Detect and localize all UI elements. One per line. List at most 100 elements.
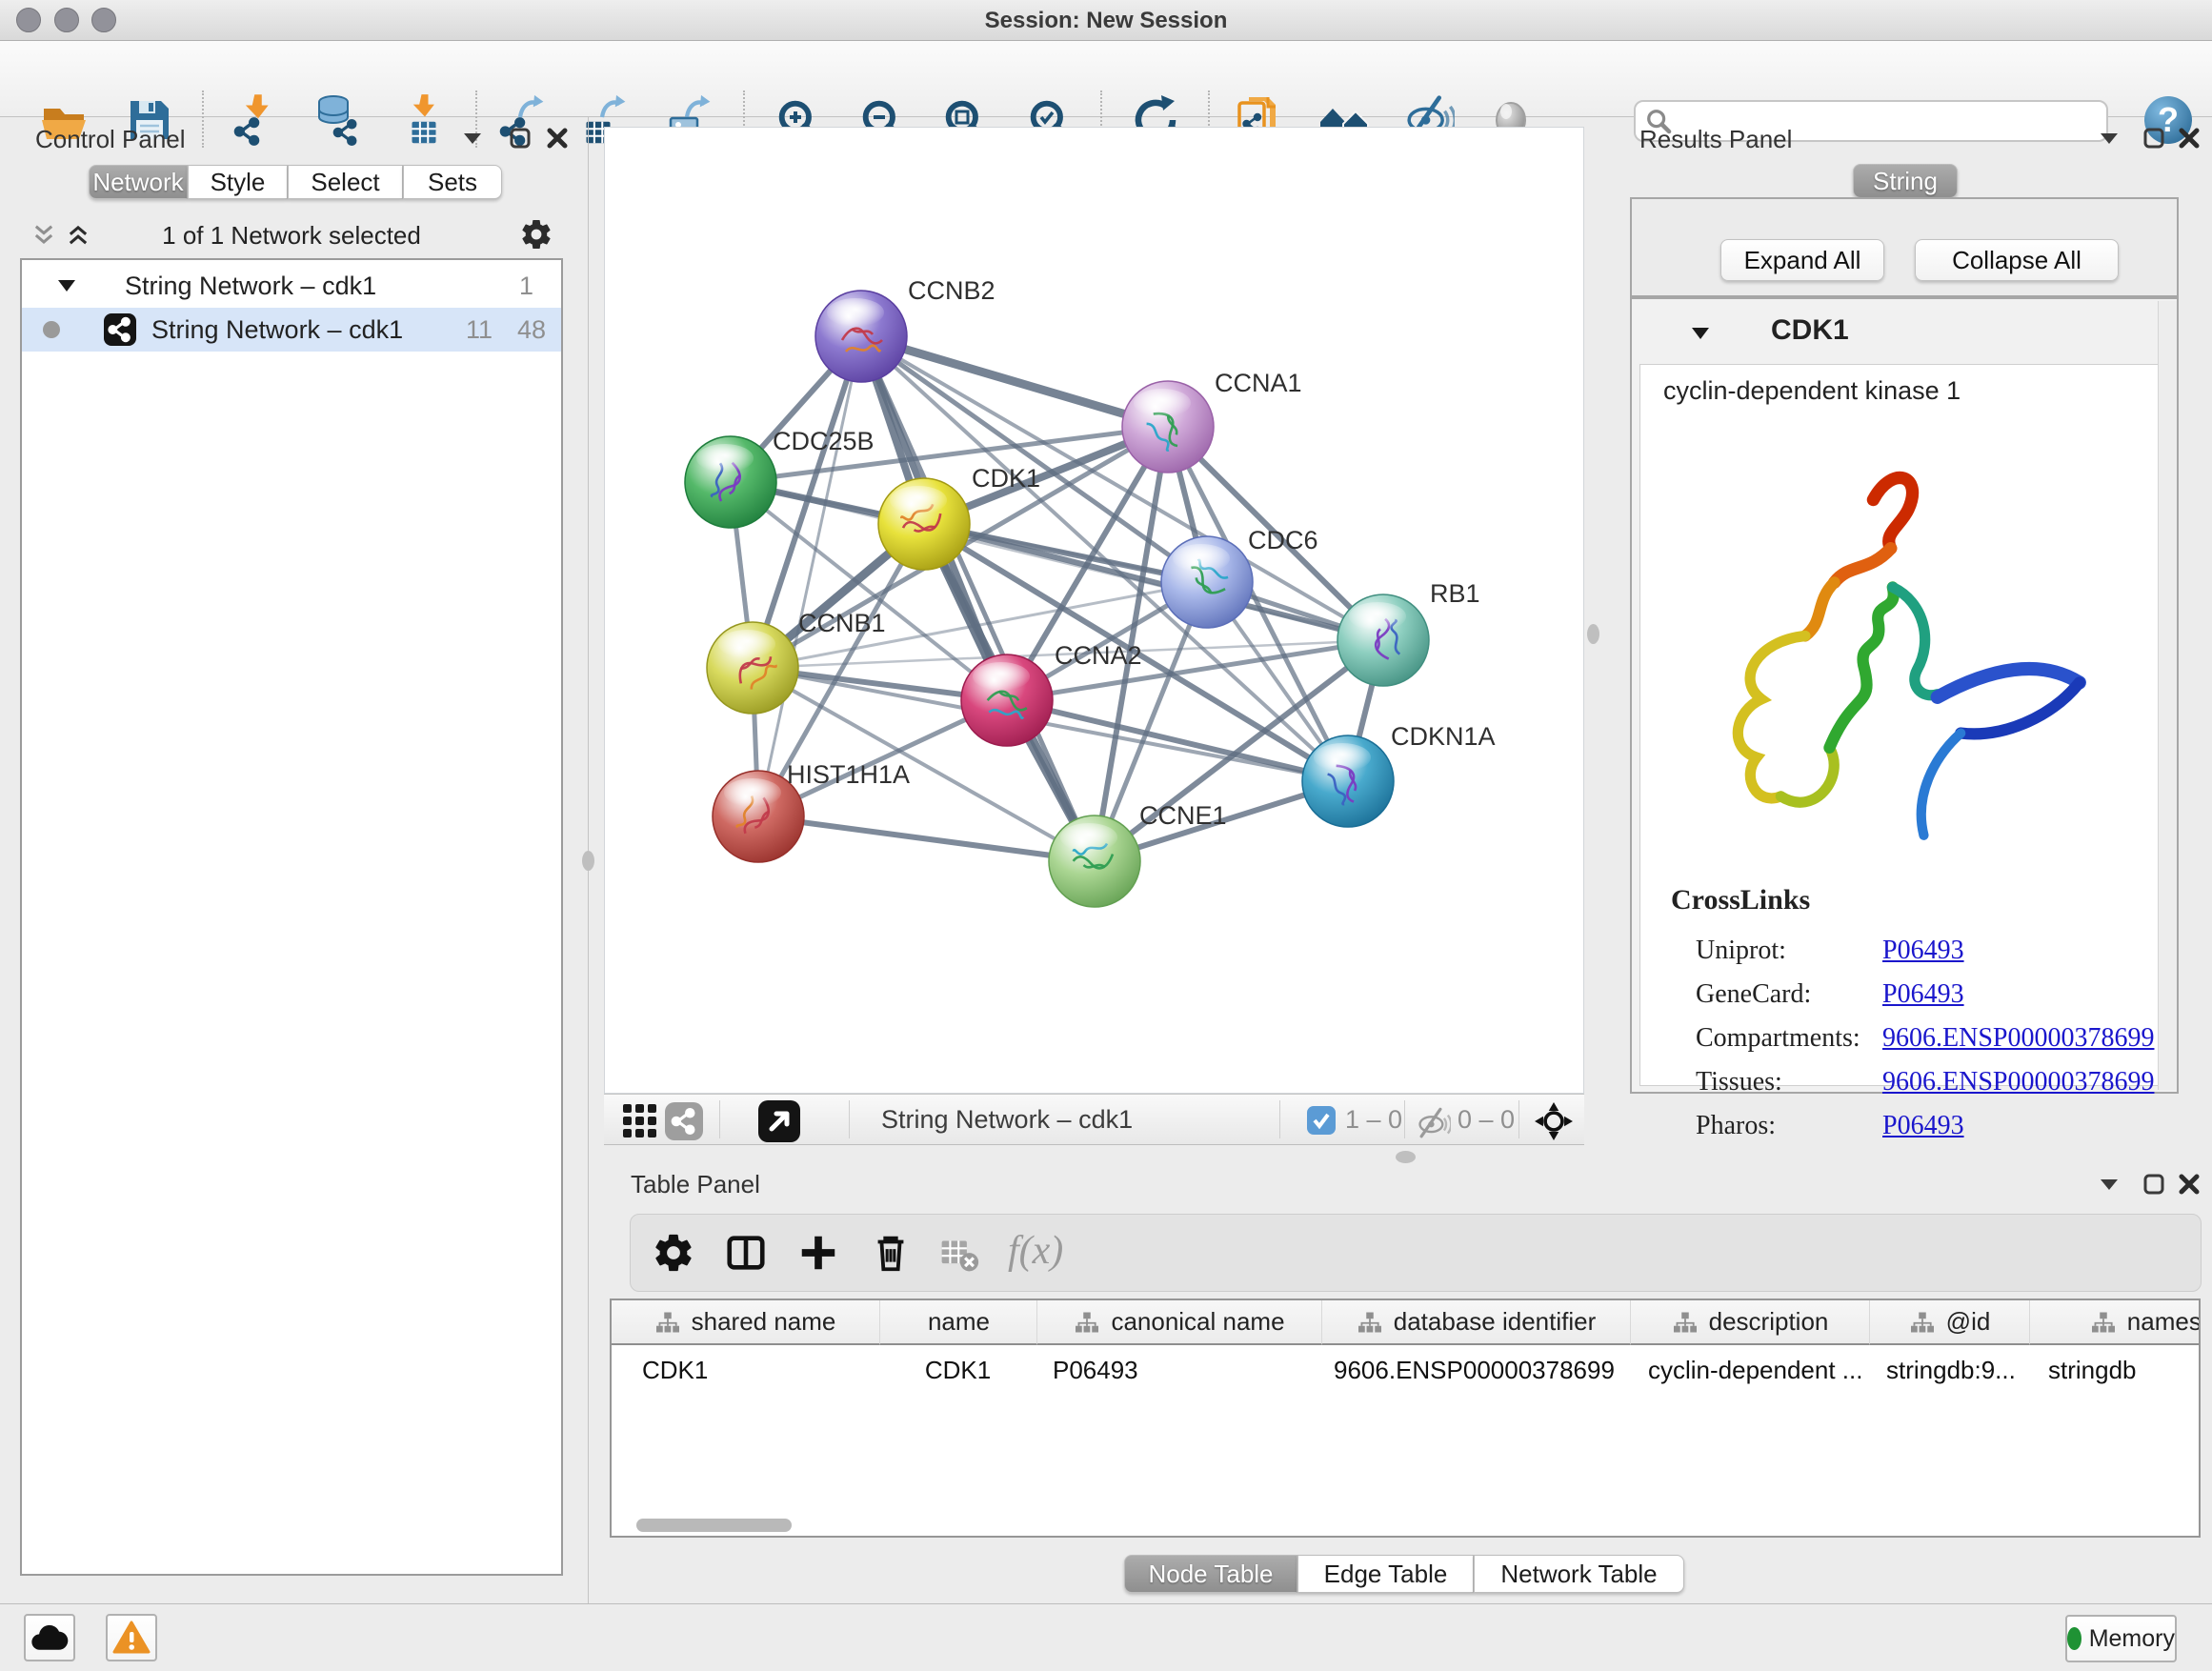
edge-CCNA2-CDKN1A[interactable] (1007, 700, 1348, 781)
node-label-CDK1: CDK1 (972, 464, 1040, 493)
tab-edge-table[interactable]: Edge Table (1297, 1555, 1474, 1593)
node-CCNB1[interactable] (707, 622, 798, 714)
function-builder-icon: f(x) (1008, 1228, 1063, 1274)
tab-network-table[interactable]: Network Table (1474, 1555, 1684, 1593)
node-CCNA1[interactable] (1122, 381, 1214, 473)
network-row-selected[interactable]: String Network – cdk1 11 48 (22, 308, 561, 352)
delete-table-icon (939, 1234, 979, 1274)
collection-expander-icon[interactable] (56, 276, 77, 295)
cell-at-id[interactable]: stringdb:9... (1886, 1351, 2027, 1389)
column-type-icon (1075, 1311, 1099, 1334)
cloud-icon (30, 1623, 69, 1652)
control-panel-float-icon[interactable] (508, 126, 533, 151)
memory-label: Memory (2089, 1625, 2175, 1653)
selected-checkbox-icon[interactable] (1307, 1106, 1336, 1135)
tab-style[interactable]: Style (188, 165, 288, 199)
cell-name[interactable]: CDK1 (879, 1351, 1036, 1389)
memory-status-dot-icon (2067, 1627, 2081, 1650)
node-CCNB2[interactable] (815, 291, 907, 382)
node-CDKN1A[interactable] (1302, 735, 1394, 827)
window-titlebar: Session: New Session (0, 0, 2212, 41)
node-CDC6[interactable] (1161, 536, 1253, 628)
column-type-icon (1910, 1311, 1935, 1334)
left-splitter-handle[interactable] (582, 851, 594, 871)
crosslink-genecard-link[interactable]: P06493 (1882, 979, 1964, 1009)
cell-database-identifier[interactable]: 9606.ENSP00000378699 (1334, 1351, 1629, 1389)
right-splitter-handle[interactable] (1587, 624, 1599, 644)
crosslink-row: Pharos:P06493 (1696, 1104, 2154, 1148)
control-panel-close-icon[interactable] (545, 126, 570, 151)
crosslink-tissues-link[interactable]: 9606.ENSP00000378699 (1882, 1067, 2154, 1097)
edge-CCNB2-CCNA1[interactable] (861, 336, 1168, 427)
node-RB1[interactable] (1337, 594, 1429, 686)
node-CCNE1[interactable] (1049, 815, 1140, 907)
node-CDC25B[interactable] (685, 436, 776, 528)
string-view-icon[interactable] (665, 1102, 703, 1140)
gene-expander-icon[interactable] (1689, 324, 1712, 343)
cell-shared-name[interactable]: CDK1 (642, 1351, 871, 1389)
node-gloss (696, 444, 754, 473)
warning-status-button[interactable] (106, 1614, 157, 1661)
column-header-shared-name[interactable]: shared name (612, 1300, 879, 1345)
tab-network[interactable]: Network (89, 165, 188, 199)
node-CCNA2[interactable] (961, 654, 1053, 746)
control-panel-collapse-icon[interactable] (460, 126, 485, 151)
network-status-dot-icon (43, 321, 60, 338)
birds-eye-grid-icon[interactable] (621, 1102, 659, 1140)
table-panel-float-icon[interactable] (2142, 1172, 2166, 1197)
crosslink-pharos-link[interactable]: P06493 (1882, 1111, 1964, 1140)
cell-namespace[interactable]: stringdb (2048, 1351, 2201, 1389)
column-header-at-id[interactable]: @id (1869, 1300, 2030, 1345)
network-options-gear-icon[interactable] (519, 217, 553, 252)
gene-section-header[interactable]: CDK1 (1636, 309, 2154, 358)
memory-button[interactable]: Memory (2065, 1615, 2177, 1662)
column-header-canonical-name[interactable]: canonical name (1036, 1300, 1322, 1345)
table-horizontal-scrollbar[interactable] (636, 1519, 792, 1532)
cloud-status-button[interactable] (24, 1614, 75, 1661)
add-column-icon[interactable] (796, 1231, 840, 1275)
results-panel-collapse-icon[interactable] (2097, 126, 2122, 151)
column-header-description[interactable]: description (1630, 1300, 1870, 1345)
table-panel-close-icon[interactable] (2177, 1172, 2202, 1197)
results-scrollbar[interactable] (2158, 301, 2177, 1090)
column-header-database-identifier[interactable]: database identifier (1321, 1300, 1631, 1345)
edge-CCNB2-HIST1H1A[interactable] (758, 336, 861, 816)
node-gloss (1060, 823, 1117, 852)
cell-canonical-name[interactable]: P06493 (1053, 1351, 1319, 1389)
tab-string[interactable]: String (1853, 164, 1958, 198)
expand-all-button[interactable]: Expand All (1720, 239, 1884, 281)
collapse-all-button[interactable]: Collapse All (1915, 239, 2119, 281)
network-collection-row[interactable]: String Network – cdk1 1 (22, 264, 561, 308)
control-panel-title: Control Panel (35, 125, 186, 154)
table-settings-gear-icon[interactable] (652, 1231, 695, 1275)
collection-count: 1 (519, 272, 533, 301)
column-header-name[interactable]: name (879, 1300, 1037, 1345)
results-panel-close-icon[interactable] (2177, 126, 2202, 151)
show-columns-icon[interactable] (724, 1231, 768, 1275)
tab-select[interactable]: Select (288, 165, 403, 199)
node-CDK1[interactable] (878, 478, 970, 570)
network-graph[interactable]: CCNB2CCNA1CDC25BCDK1CDC6RB1CCNB1CCNA2CDK… (605, 128, 1583, 1093)
crosslink-row: Compartments:9606.ENSP00000378699 (1696, 1017, 2154, 1060)
bottom-splitter-handle[interactable] (1396, 1151, 1416, 1163)
node-gloss (1173, 544, 1230, 573)
results-panel-float-icon[interactable] (2142, 126, 2166, 151)
delete-column-trash-icon[interactable] (869, 1231, 913, 1275)
window-title: Session: New Session (0, 0, 2212, 41)
crosslink-compartments-link[interactable]: 9606.ENSP00000378699 (1882, 1023, 2154, 1053)
node-label-CCNB2: CCNB2 (908, 276, 995, 305)
edge-HIST1H1A-CCNE1[interactable] (758, 816, 1095, 861)
tab-sets[interactable]: Sets (403, 165, 502, 199)
column-header-namespace[interactable]: namespace (2029, 1300, 2201, 1345)
crosslink-label: Tissues: (1696, 1060, 1882, 1104)
node-gloss (1349, 602, 1406, 631)
open-in-browser-icon[interactable] (758, 1100, 800, 1142)
cell-description[interactable]: cyclin-dependent ... (1648, 1351, 1867, 1389)
network-canvas[interactable]: CCNB2CCNA1CDC25BCDK1CDC6RB1CCNB1CCNA2CDK… (604, 127, 1584, 1094)
table-panel-collapse-icon[interactable] (2097, 1172, 2122, 1197)
column-type-icon (1673, 1311, 1698, 1334)
tab-node-table[interactable]: Node Table (1124, 1555, 1297, 1593)
fit-content-target-icon[interactable] (1534, 1101, 1574, 1141)
crosslink-uniprot-link[interactable]: P06493 (1882, 936, 1964, 965)
network-tree: String Network – cdk1 1 String Network –… (20, 258, 563, 1576)
